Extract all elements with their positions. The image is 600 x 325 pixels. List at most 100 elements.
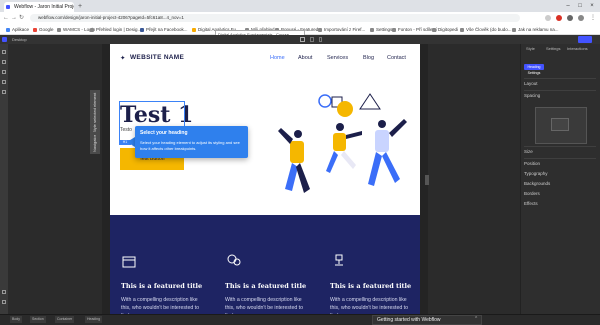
breadcrumb-item[interactable]: Heading [85, 316, 103, 323]
nav-home[interactable]: Home [270, 55, 285, 61]
menu-kebab-icon[interactable]: ⋮ [590, 12, 596, 24]
tab-settings[interactable]: Settings [546, 46, 560, 51]
address-bar[interactable]: webflow.com/design/jaron-initial-project… [30, 14, 520, 22]
bookmark-item[interactable]: Jak na reklamu na... [512, 24, 559, 35]
section-effects[interactable]: Effects [524, 201, 538, 206]
onboarding-popover: Select your heading Select your heading … [135, 126, 248, 158]
side-tab-navigator[interactable]: Navigator [90, 132, 100, 154]
breakpoint-label[interactable]: Desktop [12, 36, 27, 43]
back-icon[interactable]: ← [3, 12, 9, 24]
dancer-right [368, 119, 407, 186]
bookmark-item[interactable]: Importování z Firef... [318, 24, 365, 35]
canvas-resize-handle[interactable] [425, 175, 429, 185]
canvas-page: ✦ WEBSITE NAME Home About Services Blog … [110, 44, 420, 314]
browser-tab-bar [0, 0, 600, 12]
tab-interactions[interactable]: Interactions [567, 46, 588, 51]
navigator-icon[interactable] [2, 60, 6, 64]
google-icon [33, 27, 37, 32]
circle-shape [318, 94, 332, 108]
bookmark-item[interactable]: Vše Člověk (do budo... [460, 24, 512, 35]
popover-title: Select your heading [140, 130, 188, 136]
profile-avatar[interactable] [578, 15, 584, 21]
padding-box[interactable] [551, 118, 569, 131]
gear-icon [370, 27, 374, 32]
section-layout[interactable]: Layout [524, 81, 538, 86]
maximize-icon[interactable]: □ [574, 0, 586, 12]
bookmark-icon [90, 27, 94, 32]
getting-started-panel[interactable]: Getting started with Webflow [372, 315, 482, 325]
designer-left-toolbar [0, 44, 8, 314]
bookmark-icon [432, 27, 436, 32]
bookmark-icon [512, 27, 516, 32]
desktop-breakpoint-icon[interactable] [300, 37, 305, 42]
browser-window-icon [122, 256, 136, 268]
extension-icon[interactable] [545, 15, 551, 21]
tablet-breakpoint-icon[interactable] [310, 37, 314, 42]
site-logo[interactable]: WEBSITE NAME [130, 54, 184, 61]
popover-body: Select your heading element to adjust it… [140, 140, 240, 151]
feature-title[interactable]: This is a featured title [225, 282, 306, 290]
popover-arrow [127, 137, 135, 147]
side-tab-style[interactable]: Style selected element [90, 90, 100, 135]
feature-title[interactable]: This is a featured title [330, 282, 411, 290]
section-size[interactable]: Size [524, 149, 533, 154]
triangle-shape [359, 93, 381, 110]
publish-button[interactable] [578, 36, 592, 43]
nav-contact[interactable]: Contact [387, 55, 406, 61]
forward-icon[interactable]: → [11, 12, 17, 24]
bookmark-item[interactable]: Settings [370, 24, 392, 35]
assets-icon[interactable] [2, 90, 6, 94]
bookmark-icon [318, 27, 322, 32]
breadcrumb-item[interactable]: Body [10, 316, 22, 323]
panel-divider [524, 158, 596, 159]
mobile-breakpoint-icon[interactable] [319, 37, 322, 42]
nav-services[interactable]: Services [327, 55, 348, 61]
section-backgrounds[interactable]: Backgrounds [524, 181, 550, 186]
close-icon[interactable]: × [586, 0, 598, 12]
help-icon[interactable] [2, 300, 6, 304]
section-spacing[interactable]: Spacing [524, 93, 540, 98]
money-exchange-icon [227, 254, 241, 266]
add-panel-icon[interactable] [2, 50, 6, 54]
webflow-favicon-icon [6, 5, 10, 9]
pages-icon[interactable] [2, 70, 6, 74]
facebook-icon [140, 27, 144, 32]
section-borders[interactable]: Borders [524, 191, 540, 196]
new-tab-button[interactable]: + [78, 2, 82, 11]
panel-divider [524, 90, 596, 91]
nav-about[interactable]: About [298, 55, 312, 61]
logo-sparkle-icon: ✦ [120, 55, 126, 62]
feature-description[interactable]: With a compelling description like this,… [225, 296, 310, 314]
tab-style[interactable]: Style [526, 46, 535, 51]
bookmark-item[interactable]: Aplikace [6, 24, 29, 35]
feature-title[interactable]: This is a featured title [121, 282, 202, 290]
feature-description[interactable]: With a compelling description like this,… [121, 296, 206, 314]
minimize-icon[interactable]: – [562, 0, 574, 12]
yellow-circle-shape [337, 101, 353, 117]
extension-icon[interactable] [556, 15, 562, 21]
bookmark-item[interactable]: Fonton - Pří sdílený [392, 24, 437, 35]
section-position[interactable]: Position [524, 161, 540, 166]
webflow-logo-icon[interactable] [2, 37, 7, 42]
browser-tab[interactable]: Webflow - Jaron Initial Project [4, 2, 74, 12]
breadcrumb-item[interactable]: Section [30, 316, 46, 323]
office-chair-icon [335, 254, 343, 266]
selector-chip[interactable]: Heading Settings [524, 64, 544, 75]
expand-chevron-icon[interactable]: ⌃ [474, 316, 478, 322]
nav-blog[interactable]: Blog [363, 55, 374, 61]
dancer-middle [326, 123, 362, 173]
bookmark-item[interactable]: Google [33, 24, 54, 35]
reload-icon[interactable]: ↻ [19, 12, 24, 24]
section-typography[interactable]: Typography [524, 171, 548, 176]
bookmark-item[interactable]: Přehled login | Desig... [90, 24, 141, 35]
bookmark-item[interactable]: Přejít na Facebook... [140, 24, 188, 35]
bookmark-icon [392, 27, 396, 32]
bookmark-item[interactable]: Digitopedi [432, 24, 458, 35]
spacing-box-model[interactable] [535, 107, 587, 144]
cms-icon[interactable] [2, 80, 6, 84]
canvas-margin-left [102, 44, 110, 314]
extension-icon[interactable] [567, 15, 573, 21]
breadcrumb-item[interactable]: Container [55, 316, 75, 323]
settings-icon[interactable] [2, 290, 6, 294]
feature-description[interactable]: With a compelling description like this,… [330, 296, 415, 314]
